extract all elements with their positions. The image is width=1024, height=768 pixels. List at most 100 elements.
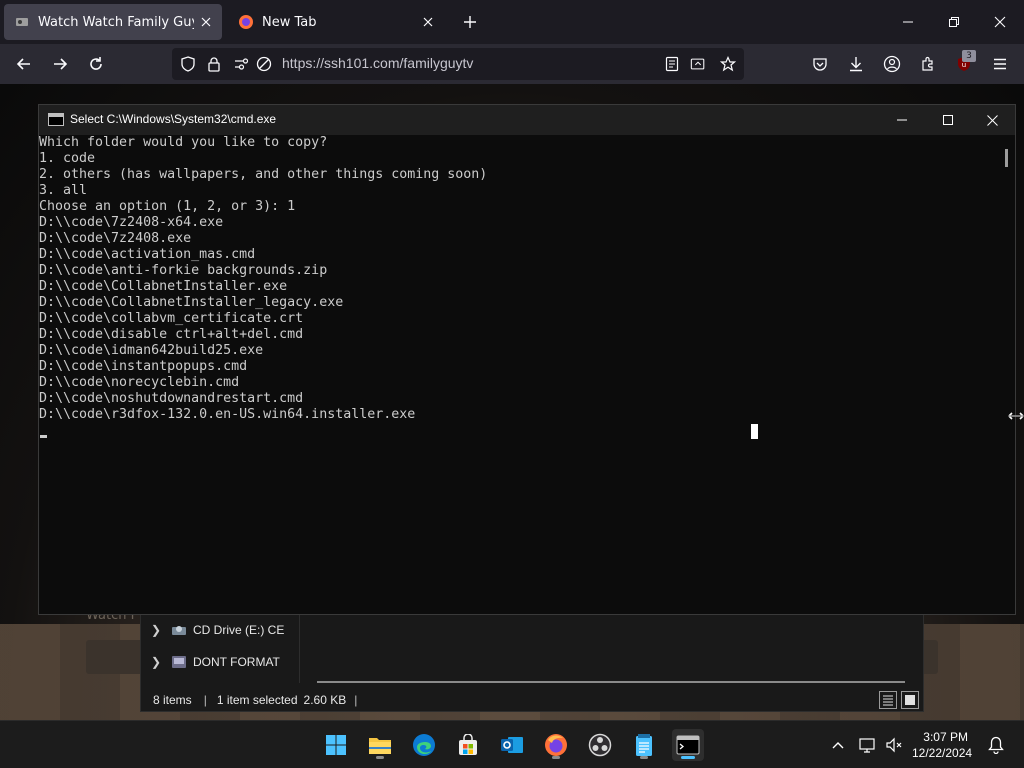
cmd-title-bar[interactable]: Select C:\Windows\System32\cmd.exe	[39, 105, 1015, 135]
cmd-app-icon[interactable]	[48, 113, 64, 126]
cmd-window-title: Select C:\Windows\System32\cmd.exe	[70, 112, 277, 126]
show-hidden-icons-button[interactable]	[828, 735, 848, 755]
minimize-icon	[897, 119, 907, 121]
restore-button[interactable]	[940, 8, 968, 36]
plus-icon	[464, 16, 476, 28]
browser-nav-bar: https://ssh101.com/familyguytv u	[0, 44, 1024, 84]
selection-block	[751, 424, 758, 439]
hamburger-menu-icon	[994, 58, 1006, 70]
console-line: D:\\code\7z2408.exe	[39, 231, 192, 246]
status-separator: |	[354, 693, 358, 707]
forward-arrow-icon	[54, 58, 68, 70]
extension-badge: 3	[962, 50, 976, 62]
tab-title: New Tab	[262, 14, 317, 30]
lock-icon[interactable]	[206, 56, 222, 72]
new-tab-button[interactable]	[458, 10, 482, 34]
taskbar-obs[interactable]	[584, 729, 616, 761]
tab-new-tab[interactable]: New Tab	[228, 4, 444, 40]
permissions-icon[interactable]	[234, 56, 250, 72]
console-line: D:\\code\idman642build25.exe	[39, 343, 264, 358]
cmd-scrollbar-thumb[interactable]	[1005, 149, 1008, 167]
console-line: D:\\code\norecyclebin.cmd	[39, 375, 240, 390]
firefox-favicon-icon	[239, 15, 253, 29]
taskbar-notepad[interactable]	[628, 729, 660, 761]
console-line: D:\\code\r3dfox-132.0.en-US.win64.instal…	[39, 407, 416, 422]
tab-close-icon[interactable]	[194, 10, 218, 34]
chevron-right-icon[interactable]: ❯	[141, 623, 171, 637]
minimize-button[interactable]	[894, 8, 922, 36]
pocket-icon	[813, 58, 827, 71]
maximize-icon	[943, 115, 953, 125]
restore-icon	[949, 17, 959, 27]
console-line: D:\\code\noshutdownandrestart.cmd	[39, 391, 304, 406]
back-button[interactable]	[10, 50, 38, 78]
console-line: 3. all	[39, 183, 88, 198]
autoplay-blocked-icon[interactable]	[256, 56, 272, 72]
start-button[interactable]	[320, 729, 352, 761]
running-indicator	[552, 756, 560, 759]
site-favicon-icon	[16, 18, 28, 26]
firefox-icon	[545, 734, 567, 756]
cmd-console-output[interactable]: Which folder would you like to copy? 1. …	[39, 135, 1003, 614]
console-line: D:\\code\collabvm_certificate.crt	[39, 311, 304, 326]
browser-tab-bar: Watch Watch Family Guy Onlin New Tab	[0, 0, 1024, 44]
close-icon	[986, 114, 998, 126]
details-view-icon	[883, 695, 893, 706]
taskbar-firefox[interactable]	[540, 729, 572, 761]
nav-item-cd-drive[interactable]: ❯ CD Drive (E:) CE	[141, 615, 297, 645]
notepad-icon	[636, 734, 652, 756]
taskbar-edge[interactable]	[408, 729, 440, 761]
notifications-button[interactable]	[986, 735, 1006, 755]
horizontal-scrollbar[interactable]	[317, 681, 905, 683]
taskbar-terminal[interactable]	[672, 729, 704, 761]
cd-drive-icon	[172, 626, 186, 635]
taskbar-store[interactable]	[452, 729, 484, 761]
store-icon	[459, 734, 477, 755]
reload-button[interactable]	[82, 50, 110, 78]
forward-button[interactable]	[46, 50, 74, 78]
network-button[interactable]	[858, 735, 878, 755]
downloads-button[interactable]	[842, 50, 870, 78]
reader-view-icon[interactable]	[664, 56, 680, 72]
close-button[interactable]	[986, 8, 1014, 36]
url-bar[interactable]: https://ssh101.com/familyguytv	[172, 48, 744, 80]
extensions-icon	[922, 56, 933, 71]
clock-time: 3:07 PM	[923, 730, 968, 744]
bookmark-star-icon[interactable]	[720, 56, 736, 72]
extensions-button[interactable]	[914, 50, 942, 78]
chevron-right-icon[interactable]: ❯	[141, 655, 171, 669]
app-menu-button[interactable]	[986, 50, 1014, 78]
system-clock[interactable]: 3:07 PM 12/22/2024	[912, 729, 973, 761]
cmd-close-button[interactable]	[969, 105, 1015, 135]
taskbar-file-explorer[interactable]	[364, 729, 396, 761]
cmd-maximize-button[interactable]	[925, 105, 971, 135]
file-explorer-icon	[369, 738, 391, 754]
item-count: 8 items	[153, 693, 192, 707]
download-icon	[850, 57, 862, 72]
console-line: Choose an option (1, 2, or 3): 1	[39, 199, 296, 214]
cmd-window: Select C:\Windows\System32\cmd.exe Which…	[38, 104, 1016, 615]
console-line: D:\\code\7z2408-x64.exe	[39, 215, 224, 230]
taskbar-outlook[interactable]	[496, 729, 528, 761]
screen: Watch Watch Family Guy Onlin New Tab	[0, 0, 1024, 768]
tab-family-guy[interactable]: Watch Watch Family Guy Onlin	[4, 4, 222, 40]
back-arrow-icon	[16, 58, 30, 70]
minimize-icon	[903, 21, 913, 23]
close-icon	[994, 16, 1006, 28]
console-line: D:\\code\disable ctrl+alt+del.cmd	[39, 327, 304, 342]
chevron-up-icon	[832, 742, 844, 749]
large-icons-view-button[interactable]	[901, 691, 919, 709]
volume-button[interactable]	[884, 735, 904, 755]
details-view-button[interactable]	[879, 691, 897, 709]
cmd-minimize-button[interactable]	[879, 105, 925, 135]
account-icon	[883, 55, 901, 73]
pocket-button[interactable]	[806, 50, 834, 78]
nav-item-dont-format[interactable]: ❯ DONT FORMAT	[141, 647, 297, 677]
screenshot-icon[interactable]	[690, 56, 706, 72]
url-text: https://ssh101.com/familyguytv	[282, 55, 474, 71]
nav-item-label: DONT FORMAT	[193, 655, 280, 669]
account-button[interactable]	[878, 50, 906, 78]
clock-date: 12/22/2024	[912, 746, 973, 760]
tracking-protection-icon[interactable]	[180, 56, 196, 72]
tab-close-icon[interactable]	[416, 10, 440, 34]
